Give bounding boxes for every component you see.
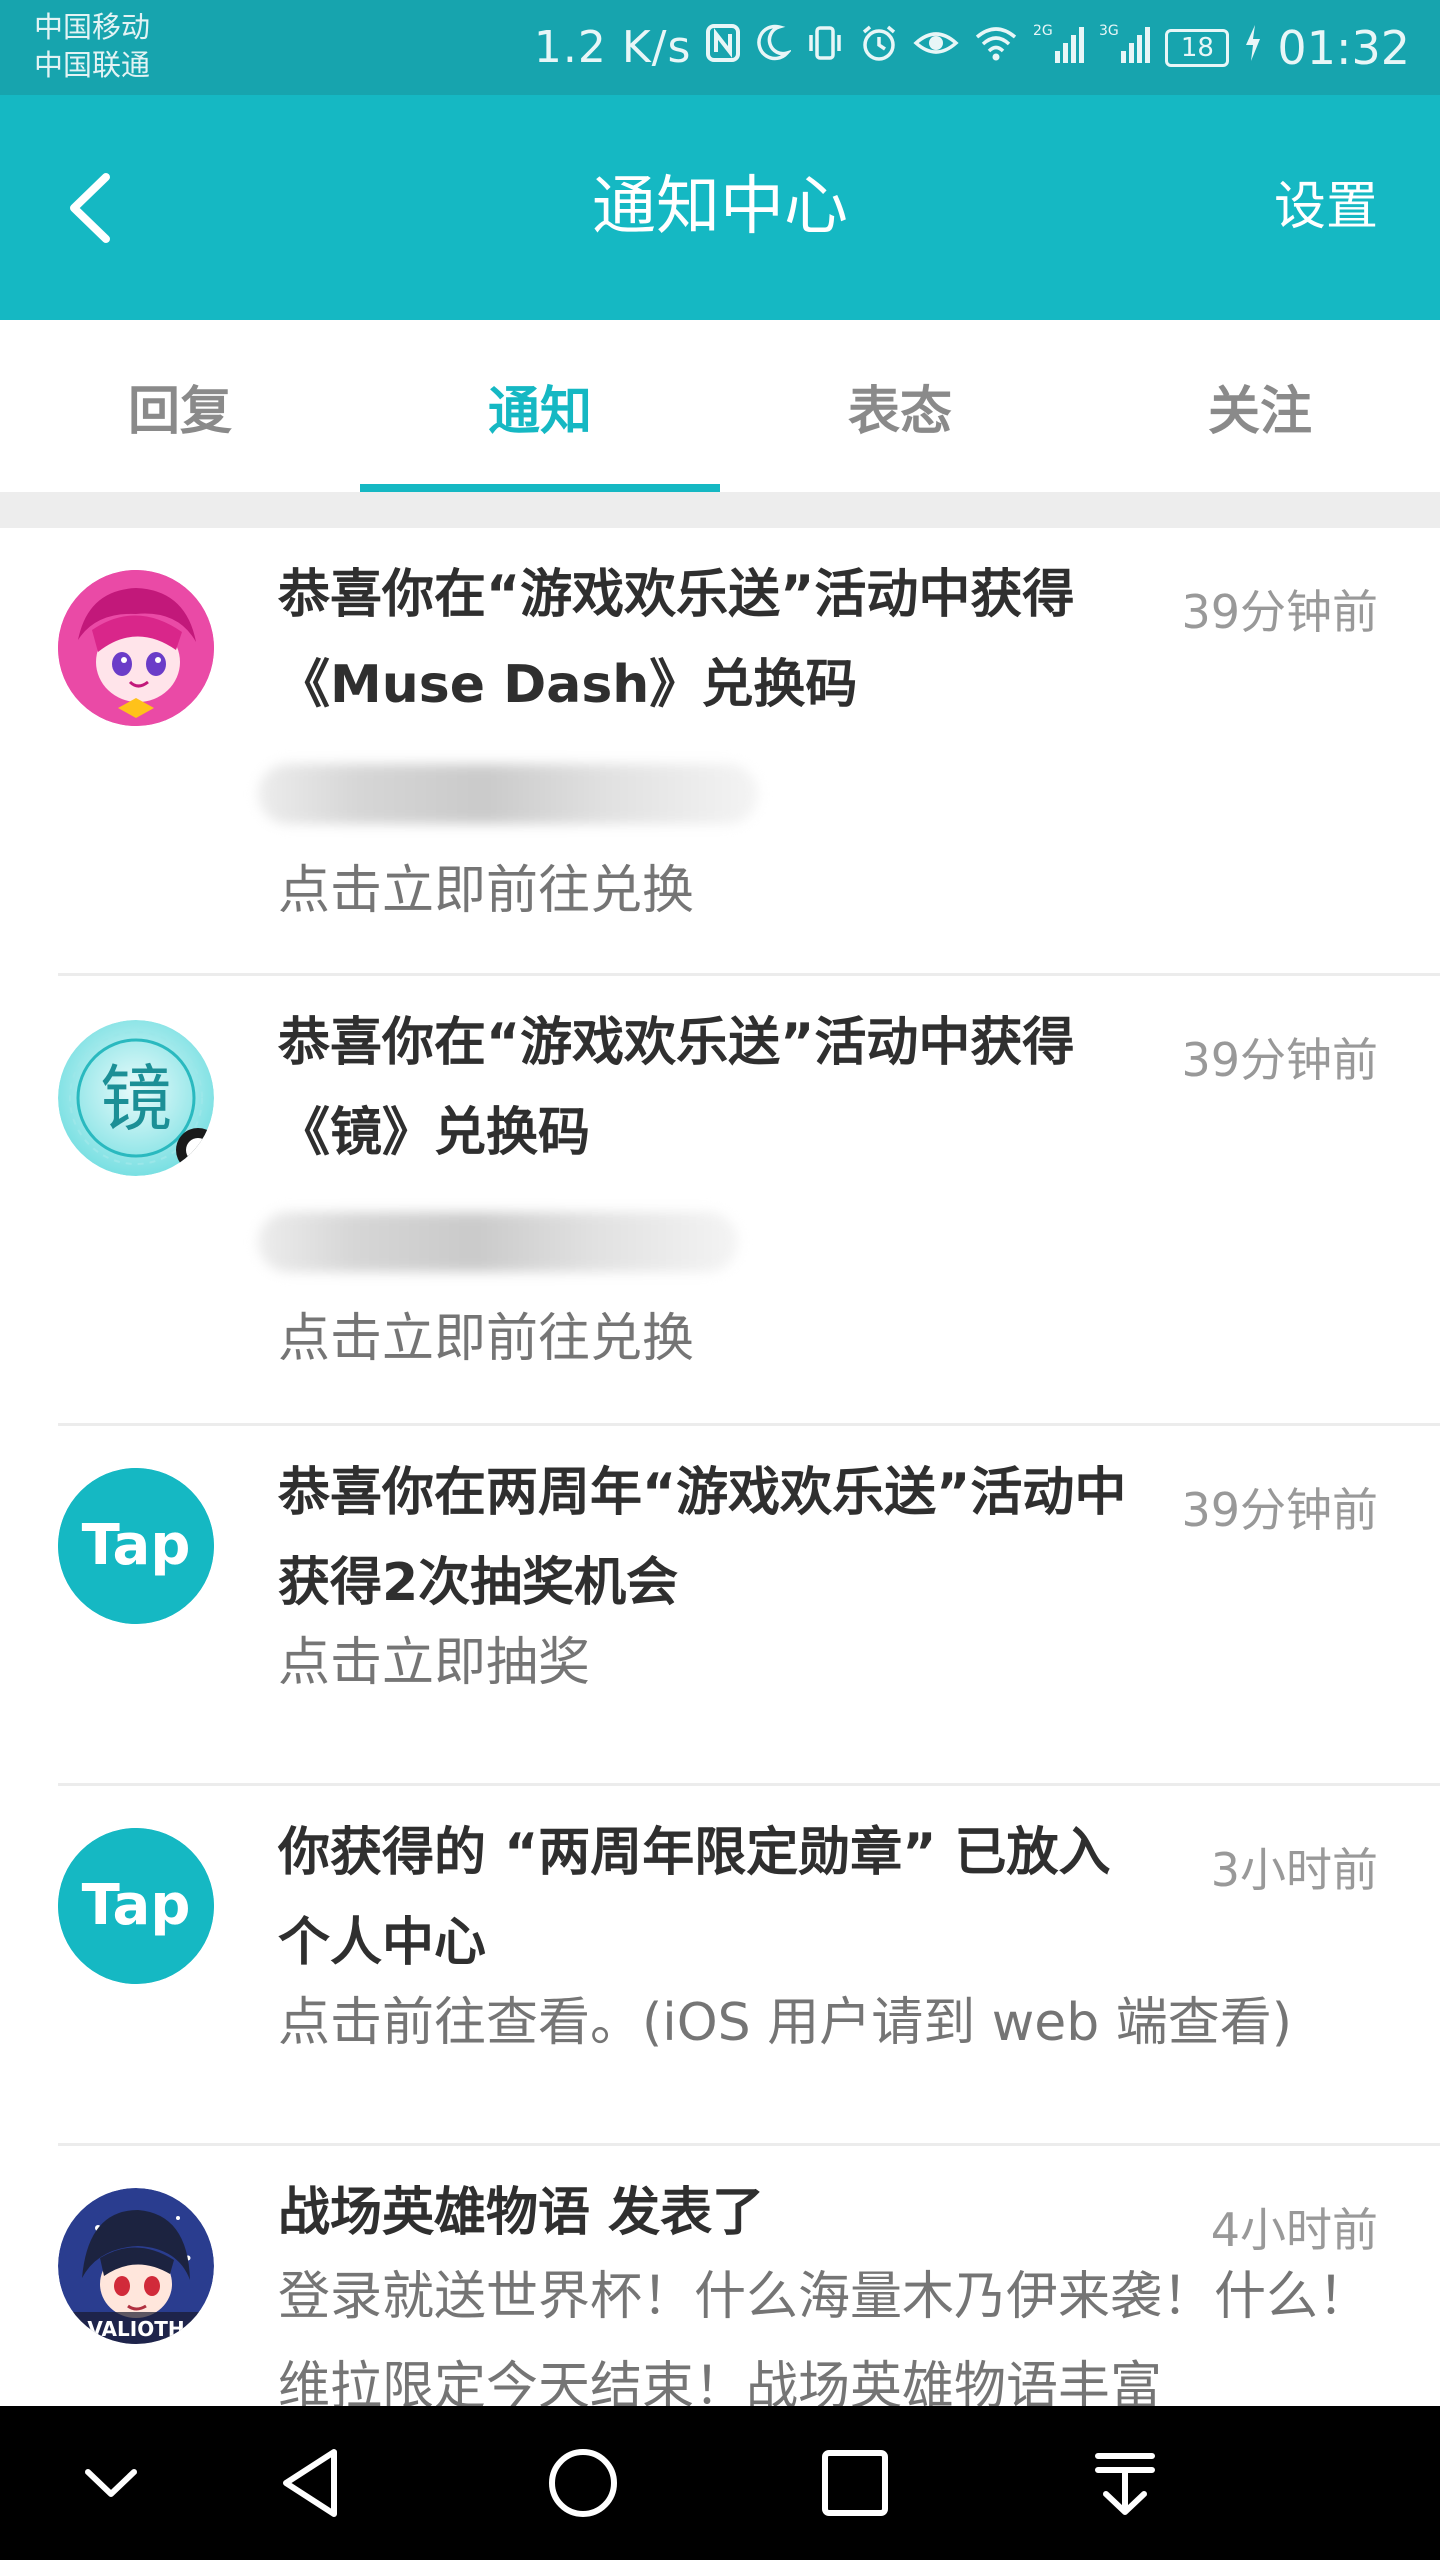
notification-item[interactable]: Tap 恭喜你在两周年“游戏欢乐送”活动中获得2次抽奖机会 39分钟前 点击立即…	[0, 1426, 1440, 1786]
carrier-info: 中国移动 中国联通	[34, 8, 150, 84]
blurred-redeem-code	[258, 1212, 738, 1272]
hide-nav-button[interactable]	[66, 2438, 156, 2528]
app-header: 通知中心 设置	[0, 95, 1440, 320]
nav-home-button[interactable]	[538, 2438, 628, 2528]
clock: 01:32	[1277, 20, 1410, 75]
notification-title: 恭喜你在“游戏欢乐送”活动中获得《Muse Dash》兑换码	[278, 565, 1075, 715]
notification-subtitle: 点击前往查看。(iOS 用户请到 web 端查看)	[278, 1993, 1293, 2053]
notification-item[interactable]: VALIOTH 战场英雄物语 发表了 4小时前 登录就送世界杯！什么海量木乃伊来…	[0, 2146, 1440, 2406]
notification-title: 恭喜你在两周年“游戏欢乐送”活动中获得2次抽奖机会	[278, 1463, 1127, 1613]
nav-back-button[interactable]	[268, 2438, 358, 2528]
wifi-icon	[973, 23, 1019, 73]
tab-notifications[interactable]: 通知	[360, 320, 720, 492]
notification-item[interactable]: 镜 恭喜你在“游戏欢乐送”活动中获得《镜》兑换码 39分钟前 点击立即前往兑换	[0, 976, 1440, 1426]
notification-subtitle: 点击立即前往兑换	[278, 1309, 695, 1369]
notification-title: 战场英雄物语 发表了	[278, 2183, 765, 2243]
home-circle-icon	[549, 2449, 617, 2517]
notification-time: 39分钟前	[1181, 585, 1378, 639]
eye-icon	[913, 23, 960, 73]
taptap-logo: Tap	[58, 1828, 214, 1984]
notification-time: 39分钟前	[1181, 1483, 1378, 1537]
charging-icon	[1243, 23, 1263, 73]
battlefield-heroes-avatar: VALIOTH	[58, 2188, 214, 2344]
settings-button[interactable]: 设置	[1274, 175, 1378, 239]
tab-label: 通知	[487, 381, 592, 442]
notification-title: 恭喜你在“游戏欢乐送”活动中获得《镜》兑换码	[278, 1013, 1075, 1163]
notification-time: 39分钟前	[1181, 1033, 1378, 1087]
signal-2g-icon: 2G	[1033, 21, 1085, 75]
carrier-label: 中国联通	[34, 48, 151, 82]
tab-replies[interactable]: 回复	[0, 320, 360, 492]
tab-label: 表态	[847, 381, 952, 442]
tab-bar: 回复 通知 表态 关注	[0, 320, 1440, 492]
notification-title: 你获得的 “两周年限定勋章” 已放入个人中心	[278, 1823, 1111, 1973]
signal-3g-icon: 3G	[1099, 21, 1151, 75]
vibrate-icon	[805, 23, 845, 73]
tab-follows[interactable]: 关注	[1080, 320, 1440, 492]
page-title: 通知中心	[592, 170, 848, 244]
notification-subtitle: 点击立即前往兑换	[278, 861, 695, 921]
nav-notification-button[interactable]	[1080, 2438, 1170, 2528]
notification-subtitle: 登录就送世界杯！什么海量木乃伊来袭！什么！维拉限定今天结束！战场英雄物语丰富	[278, 2267, 1371, 2406]
blurred-redeem-code	[258, 764, 758, 824]
battery-level: 18	[1165, 28, 1230, 67]
chevron-down-icon	[85, 2469, 137, 2497]
network-type-label: 3G	[1099, 23, 1119, 39]
tab-reactions[interactable]: 表态	[720, 320, 1080, 492]
moon-icon	[755, 23, 793, 73]
notification-subtitle: 点击立即抽奖	[278, 1633, 591, 1693]
network-type-label: 2G	[1033, 23, 1053, 39]
muse-dash-avatar	[58, 570, 214, 726]
notification-time: 3小时前	[1210, 1843, 1378, 1897]
carrier-label: 中国移动	[34, 10, 151, 44]
alarm-icon	[859, 23, 899, 73]
avatar-text: VALIOTH	[87, 2317, 184, 2341]
net-speed: 1.2 K/s	[533, 22, 692, 73]
tab-label: 回复	[127, 381, 232, 442]
system-nav-bar	[0, 2406, 1440, 2560]
jing-game-avatar: 镜	[58, 1020, 214, 1176]
nfc-icon	[705, 23, 741, 73]
avatar-text: Tap	[82, 1873, 191, 1938]
avatar-glyph: 镜	[100, 1057, 172, 1141]
notification-item[interactable]: 恭喜你在“游戏欢乐送”活动中获得《Muse Dash》兑换码 39分钟前 点击立…	[0, 528, 1440, 976]
section-divider	[0, 492, 1440, 528]
status-icons: 1.2 K/s 2G 3G 18 01:32	[534, 0, 1410, 95]
taptap-logo: Tap	[58, 1468, 214, 1624]
status-bar: 中国移动 中国联通 1.2 K/s 2G 3G 18 01:32	[0, 0, 1440, 95]
back-triangle-icon	[283, 2449, 337, 2517]
nav-recents-button[interactable]	[810, 2438, 900, 2528]
notification-item[interactable]: Tap 你获得的 “两周年限定勋章” 已放入个人中心 3小时前 点击前往查看。(…	[0, 1786, 1440, 2146]
notification-list: 恭喜你在“游戏欢乐送”活动中获得《Muse Dash》兑换码 39分钟前 点击立…	[0, 528, 1440, 2406]
tab-label: 关注	[1207, 381, 1312, 442]
avatar-text: Tap	[82, 1513, 191, 1578]
recents-square-icon	[822, 2450, 888, 2516]
pull-down-icon	[1095, 2453, 1155, 2515]
